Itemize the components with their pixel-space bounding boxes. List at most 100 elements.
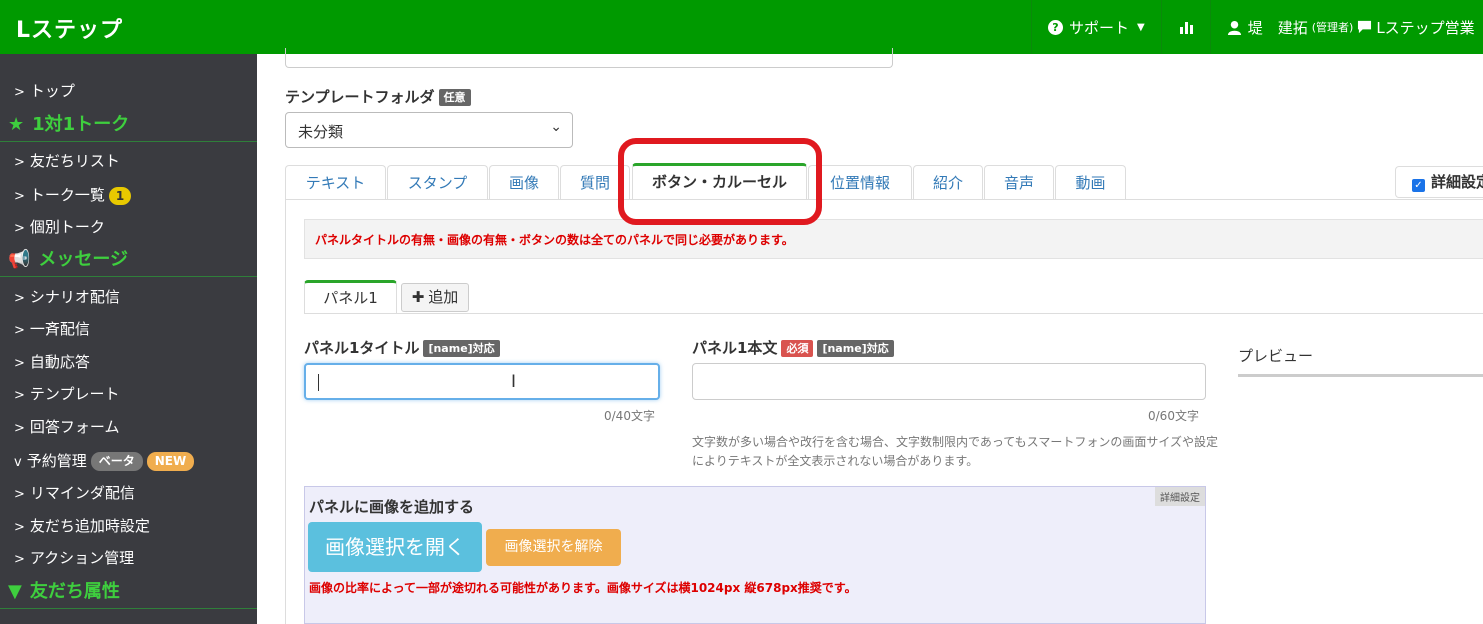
user-role: (管理者) [1311,21,1354,34]
required-tag: 必須 [781,340,814,357]
body-help-text: 文字数が多い場合や改行を含む場合、文字数制限内であってもスマートフォンの画面サイ… [692,435,1218,468]
top-bar: Lステップ ? サポート ▼ 堤 建拓 (管理者) Lステップ営業 [0,0,1483,54]
filter-icon: ▼ [8,581,22,602]
clear-image-button[interactable]: 画像選択を解除 [486,529,621,566]
preview-divider [1238,374,1483,377]
chevron-right-icon: > [14,221,25,236]
chevron-down-icon: ⌄ [550,119,562,135]
check-icon: ✓ [1412,179,1425,192]
brand-logo[interactable]: Lステップ [16,12,123,44]
sidebar-item-label: 友だちリスト [29,152,120,170]
sidebar-item-label: 自動応答 [29,353,90,371]
folder-label: テンプレートフォルダ 任意 [285,86,471,107]
user-icon [1227,20,1241,35]
sidebar-item-label: 回答フォーム [29,418,120,436]
megaphone-icon: 📢 [8,249,31,270]
section-label: メッセージ [38,249,129,270]
user-menu[interactable]: 堤 建拓 (管理者) Lステップ営業 [1209,0,1475,54]
panel-title-label-text: パネル1タイトル [304,339,420,357]
caret-down-icon: ▼ [1137,21,1145,33]
tab-image[interactable]: 画像 [489,165,559,199]
panel-body-label: パネル1本文 必須 [name]対応 [692,337,894,358]
name-support-tag: [name]対応 [423,340,500,357]
sidebar-section-talk: ★ 1対1トーク [0,108,257,142]
sidebar-item-top[interactable]: > トップ [14,79,75,103]
folder-select[interactable]: 未分類 ⌄ [285,112,573,148]
title-char-count: 0/40文字 [604,409,655,423]
section-label: 友だち属性 [29,581,120,602]
sidebar-item-label: 一斉配信 [29,320,90,338]
sidebar: > トップ ★ 1対1トーク > 友だちリスト > トーク一覧 1 > 個別トーク 📢 メッセ… [0,54,257,624]
chevron-right-icon: > [14,356,25,371]
tab-stamp[interactable]: スタンプ [387,165,488,199]
preview-label: プレビュー [1238,347,1314,365]
section-label: 1対1トーク [32,114,130,135]
panel-alert: パネルタイトルの有無・画像の有無・ボタンの数は全てのパネルで同じ必要があります。 [304,219,1483,259]
advanced-setting-checkbox[interactable]: ✓ 詳細設定 [1395,166,1483,198]
folder-select-value: 未分類 [298,123,344,141]
sidebar-section-message: 📢 メッセージ [0,243,257,277]
panel-tab-1[interactable]: パネル1 [304,280,397,313]
sidebar-item-template[interactable]: > テンプレート [14,382,119,406]
sidebar-item-reminder[interactable]: > リマインダ配信 [14,481,135,505]
sidebar-item-label: シナリオ配信 [29,288,120,306]
chevron-right-icon: > [14,520,25,535]
star-icon: ★ [8,114,25,135]
question-icon: ? [1048,19,1063,35]
sidebar-item-friends-list[interactable]: > 友だちリスト [14,149,120,173]
chevron-right-icon: > [14,155,25,170]
panel-body-input[interactable] [692,363,1206,400]
chevron-right-icon: > [14,421,25,436]
chevron-down-icon: v [14,455,22,470]
add-panel-label: 追加 [428,288,459,306]
panel-title-label: パネル1タイトル [name]対応 [304,337,500,358]
tab-text[interactable]: テキスト [285,165,386,199]
support-label: サポート [1069,18,1130,37]
stats-button[interactable] [1160,0,1210,54]
body-char-count: 0/60文字 [1148,409,1199,423]
add-panel-button[interactable]: ✚ 追加 [401,283,469,312]
sidebar-item-label: アクション管理 [29,549,135,567]
sidebar-item-individual-talk[interactable]: > 個別トーク [14,215,105,239]
previous-input-field[interactable] [285,48,893,68]
folder-label-text: テンプレートフォルダ [285,88,435,106]
tab-introduction[interactable]: 紹介 [913,165,983,199]
panel-image-section: パネルに画像を追加する 詳細設定 画像選択を開く 画像選択を解除 画像の比率によ… [304,486,1206,624]
tab-panel: パネルタイトルの有無・画像の有無・ボタンの数は全てのパネルで同じ必要があります。… [285,199,1483,624]
new-badge: NEW [146,452,195,471]
tab-audio[interactable]: 音声 [984,165,1054,199]
chevron-right-icon: > [14,323,25,338]
sidebar-item-auto-reply[interactable]: > 自動応答 [14,350,90,374]
chevron-right-icon: > [14,291,25,306]
sidebar-item-answer-form[interactable]: > 回答フォーム [14,415,119,439]
tab-location[interactable]: 位置情報 [808,165,912,199]
chevron-right-icon: > [14,552,25,567]
chevron-right-icon: > [14,388,25,403]
sidebar-item-label: テンプレート [29,385,120,403]
sidebar-item-broadcast[interactable]: > 一斉配信 [14,317,90,341]
sidebar-item-label: トップ [29,82,75,100]
image-section-title: パネルに画像を追加する [309,498,475,516]
sidebar-item-label: 友だち追加時設定 [29,517,150,535]
name-support-tag: [name]対応 [817,340,894,357]
image-warning: 画像の比率によって一部が途切れる可能性があります。画像サイズは横1024px 縦… [309,581,857,595]
sidebar-section-attributes: ▼ 友だち属性 [0,575,257,609]
sidebar-item-friend-add-settings[interactable]: > 友だち追加時設定 [14,514,150,538]
chevron-right-icon: > [14,487,25,502]
text-cursor [318,374,319,391]
sidebar-item-reservation[interactable]: v 予約管理 ベータ NEW [14,449,195,473]
tab-video[interactable]: 動画 [1055,165,1126,199]
unread-badge: 1 [108,186,132,205]
main-content: テンプレートフォルダ 任意 未分類 ⌄ テキスト スタンプ 画像 質問 ボタン・カ… [257,48,1483,624]
open-image-button[interactable]: 画像選択を開く [308,522,482,572]
support-menu[interactable]: ? サポート ▼ [1031,0,1161,54]
account-name: Lステップ営業 [1376,18,1475,37]
image-advanced-link[interactable]: 詳細設定 [1155,487,1205,506]
panel-title-input[interactable]: I [304,363,660,400]
user-name: 堤 建拓 [1247,18,1308,37]
plus-icon: ✚ [411,288,425,306]
chevron-right-icon: > [14,85,25,100]
sidebar-item-scenario[interactable]: > シナリオ配信 [14,285,120,309]
sidebar-item-action-mgmt[interactable]: > アクション管理 [14,546,134,570]
sidebar-item-talk-list[interactable]: > トーク一覧 1 [14,183,132,207]
